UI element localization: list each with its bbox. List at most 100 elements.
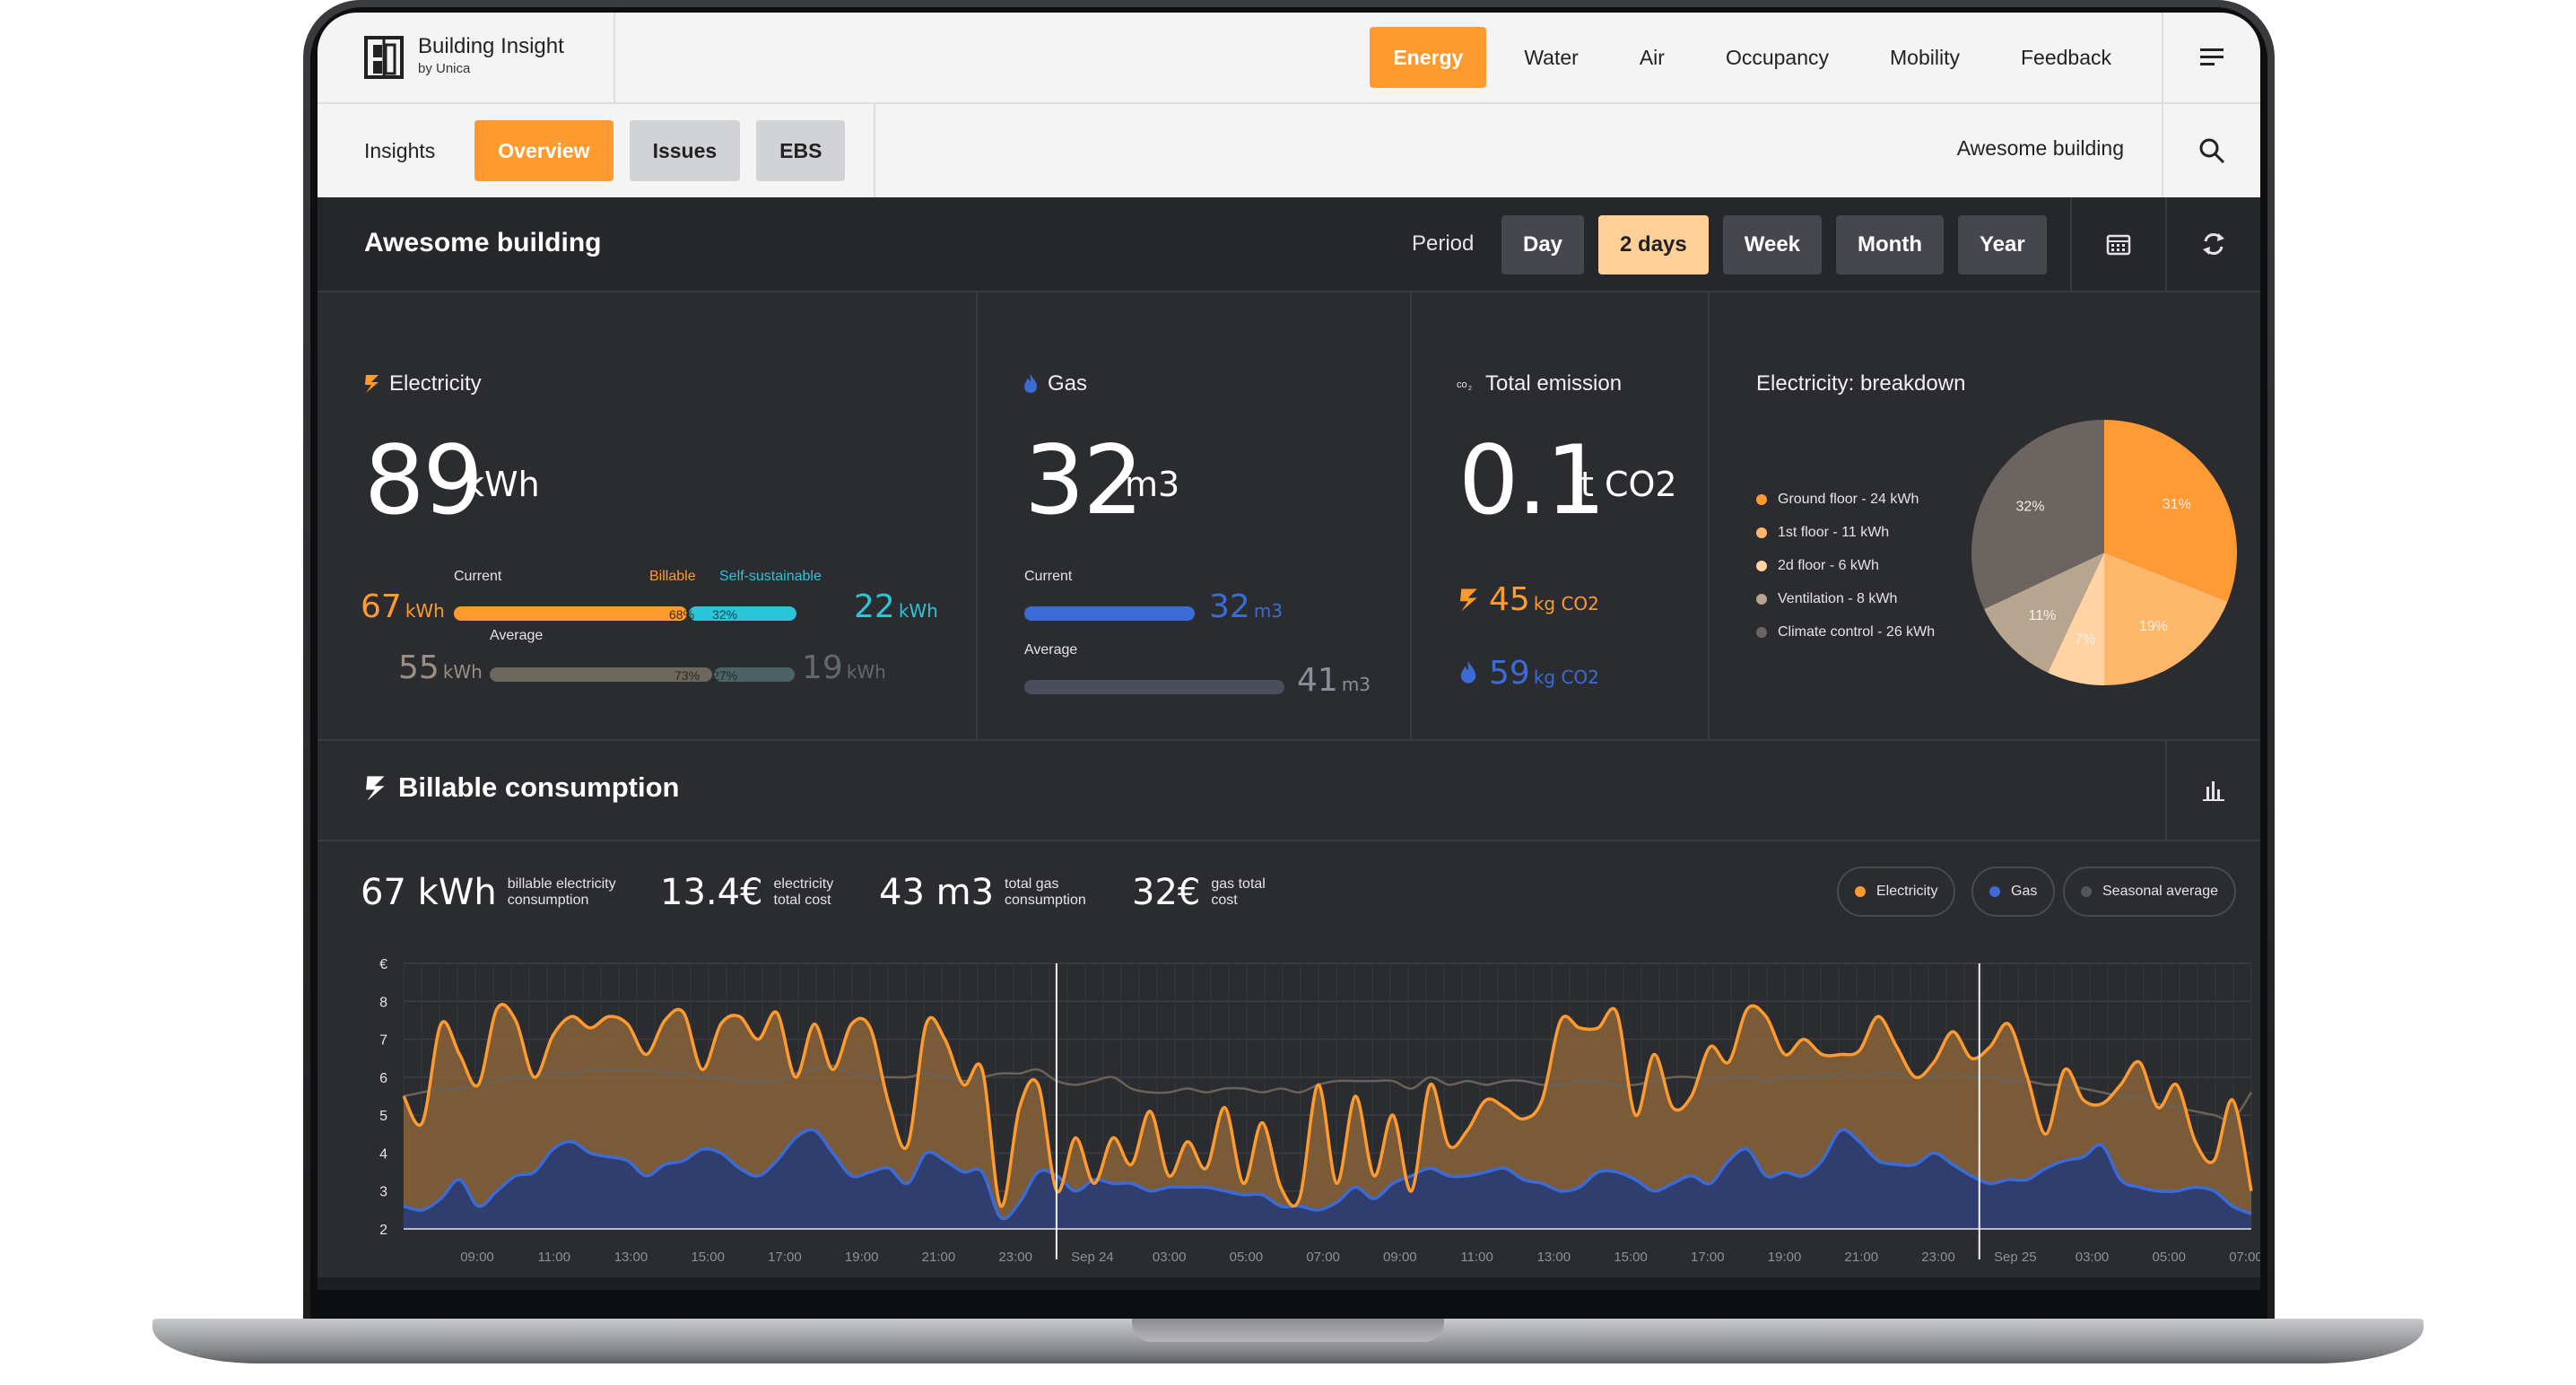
gas-card: Gas 32 m3 Current 32 m3 Average 41 m3 — [978, 292, 1412, 739]
period-header: Awesome building Period Day 2 days Week … — [318, 197, 2260, 292]
tab-issues[interactable]: Issues — [629, 120, 741, 181]
legend-first-floor: 1st floor - 11 kWh — [1756, 525, 1889, 541]
x-tick-label: 03:00 — [2076, 1250, 2110, 1265]
pie-slice-label: 32% — [2016, 500, 2045, 515]
kpi-value: 67 kWh — [361, 872, 497, 913]
pie-slice-label: 7% — [2075, 632, 2095, 647]
building-selector[interactable]: Awesome building — [1957, 136, 2124, 161]
x-tick-label: 21:00 — [1845, 1250, 1879, 1265]
x-tick-label: 17:00 — [1691, 1250, 1725, 1265]
gas-average-label: Average — [1024, 642, 1078, 658]
chart-type-button[interactable] — [2165, 741, 2260, 840]
current-label: Current — [454, 569, 502, 584]
kpi-gas-consumption: 43 m3 total gas consumption — [879, 872, 1103, 913]
svg-text:co: co — [1457, 379, 1467, 390]
self-sustainable-label: Self-sustainable — [719, 569, 822, 584]
tab-insights[interactable]: Insights — [318, 120, 458, 181]
search-button[interactable] — [2162, 104, 2260, 197]
search-icon — [2199, 138, 2225, 164]
period-week-button[interactable]: Week — [1722, 215, 1823, 274]
lightning-icon — [365, 375, 379, 393]
period-day-button[interactable]: Day — [1501, 215, 1585, 274]
chip-label: Gas — [2011, 884, 2038, 899]
electricity-card: Electricity 89 kWh Current Billable Self… — [318, 292, 978, 739]
x-tick-label: 07:00 — [1306, 1250, 1340, 1265]
legend-toggle-seasonal-average[interactable]: Seasonal average — [2063, 867, 2236, 917]
compare-button[interactable] — [2165, 197, 2260, 291]
sub-navigation: Insights Overview Issues EBS Awesome bui… — [318, 104, 2260, 197]
bar-chart-icon — [2203, 781, 2224, 801]
brand-name: Building Insight — [418, 34, 564, 58]
kpi-value: 43 m3 — [879, 872, 995, 913]
x-tick-label: 19:00 — [845, 1250, 879, 1265]
nav-energy[interactable]: Energy — [1370, 27, 1487, 88]
legend-label: 1st floor - 11 kWh — [1778, 525, 1890, 540]
average-self-pct: 27% — [712, 668, 738, 683]
period-2days-button[interactable]: 2 days — [1598, 215, 1709, 274]
x-tick-label: Sep 24 — [1071, 1250, 1114, 1265]
gas-current-label: Current — [1024, 569, 1073, 584]
x-tick-label: 07:00 — [2229, 1250, 2260, 1265]
legend-dot — [1756, 594, 1767, 605]
kpi-electricity-cost: 13.4€ electricity total cost — [660, 872, 855, 913]
menu-button[interactable] — [2162, 13, 2260, 102]
legend-climate-control: Climate control - 26 kWh — [1756, 624, 1935, 640]
kpi-electricity-consumption: 67 kWh billable electricity consumption — [361, 872, 642, 913]
legend-label: 2d floor - 6 kWh — [1778, 558, 1879, 573]
x-tick-label: 13:00 — [1537, 1250, 1571, 1265]
kpi-label: total gas consumption — [1005, 876, 1086, 908]
legend-second-floor: 2d floor - 6 kWh — [1756, 558, 1879, 574]
period-label: Period — [1412, 231, 1475, 256]
gas-unit: m3 — [1125, 465, 1180, 504]
lightning-icon — [1460, 588, 1477, 612]
gas-title: Gas — [1048, 371, 1088, 396]
view-tabs: Insights Overview Issues EBS — [318, 104, 875, 197]
emission-title: Total emission — [1485, 371, 1623, 396]
gas-average-value: 41 m3 — [1297, 662, 1371, 699]
x-tick-label: 09:00 — [1383, 1250, 1417, 1265]
current-billable-pct: 68% — [669, 607, 695, 622]
electricity-unit: kWh — [465, 465, 540, 504]
breakdown-pie-chart: 31% 19% 7% 11% 32% — [1971, 420, 2237, 685]
electricity-title: Electricity — [389, 371, 482, 396]
y-tick-label: 3 — [379, 1185, 387, 1200]
period-month-button[interactable]: Month — [1836, 215, 1944, 274]
nav-water[interactable]: Water — [1501, 27, 1602, 88]
nav-air[interactable]: Air — [1616, 27, 1688, 88]
x-tick-label: 11:00 — [1460, 1250, 1493, 1265]
billable-title: Billable consumption — [398, 771, 680, 803]
x-tick-label: Sep 25 — [1994, 1250, 2037, 1265]
current-self-pct: 32% — [712, 607, 738, 622]
nav-occupancy[interactable]: Occupancy — [1702, 27, 1852, 88]
current-self-bar — [689, 606, 796, 621]
brand-subtitle: by Unica — [418, 61, 471, 76]
legend-dot — [1756, 561, 1767, 571]
electricity-emission-value: 45 kg CO2 — [1489, 581, 1599, 618]
period-year-button[interactable]: Year — [1957, 215, 2047, 274]
current-self-value: 22 kWh — [854, 588, 938, 625]
y-tick-label: 8 — [379, 995, 387, 1010]
legend-ground-floor: Ground floor - 24 kWh — [1756, 492, 1919, 508]
legend-label: Climate control - 26 kWh — [1778, 624, 1936, 640]
nav-mobility[interactable]: Mobility — [1867, 27, 1983, 88]
breakdown-card: Electricity: breakdown Ground floor - 24… — [1710, 292, 2260, 739]
billable-label: Billable — [649, 569, 696, 584]
co2-icon: co 2 — [1457, 379, 1472, 391]
brand[interactable]: Building Insight by Unica — [318, 13, 615, 102]
lightning-icon — [366, 776, 385, 801]
tab-overview[interactable]: Overview — [474, 120, 614, 181]
x-tick-label: 15:00 — [691, 1250, 725, 1265]
x-tick-label: 23:00 — [998, 1250, 1032, 1265]
flame-icon — [1024, 374, 1037, 393]
hamburger-menu-icon — [2200, 48, 2224, 65]
calendar-button[interactable] — [2070, 197, 2165, 291]
x-tick-label: 03:00 — [1153, 1250, 1187, 1265]
legend-toggle-electricity[interactable]: Electricity — [1837, 867, 1956, 917]
average-label: Average — [490, 628, 544, 643]
legend-toggle-gas[interactable]: Gas — [1971, 867, 2056, 917]
nav-feedback[interactable]: Feedback — [1997, 27, 2135, 88]
tab-ebs[interactable]: EBS — [756, 120, 846, 181]
period-selector: Day 2 days Week Month Year — [1501, 215, 2061, 274]
pie-slice-label: 31% — [2163, 497, 2191, 512]
top-navigation: Building Insight by Unica Energy Water A… — [318, 13, 2260, 104]
